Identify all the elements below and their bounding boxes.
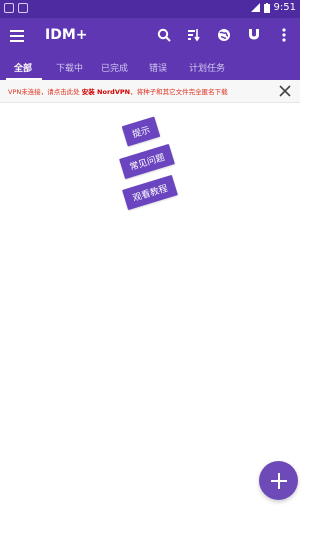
search-icon[interactable] <box>154 25 174 45</box>
vpn-banner-link[interactable]: 安装 NordVPN <box>82 88 130 96</box>
tutorial-sticker[interactable]: 观看教程 <box>122 174 178 211</box>
vpn-banner[interactable]: VPN未连接，请点击此处 安装 NordVPN，将种子和其它文件完全匿名下载 <box>0 80 300 103</box>
status-time: 9:51 <box>273 2 296 13</box>
faq-sticker[interactable]: 常见问题 <box>119 143 175 180</box>
status-notification-icon-2 <box>18 3 28 13</box>
menu-icon[interactable] <box>10 27 24 45</box>
signal-icon <box>250 3 260 12</box>
close-icon[interactable] <box>278 84 292 98</box>
tab-completed[interactable]: 已完成 <box>101 61 128 74</box>
tab-all[interactable]: 全部 <box>14 61 32 74</box>
status-notification-icon <box>4 3 14 13</box>
app-bar: IDM+ <box>0 18 300 54</box>
vpn-banner-suffix: ，将种子和其它文件完全匿名下载 <box>130 88 228 96</box>
add-download-button[interactable] <box>259 461 298 500</box>
vpn-banner-prefix: VPN未连接，请点击此处 <box>8 88 82 96</box>
tab-downloading[interactable]: 下载中 <box>56 61 83 74</box>
globe-icon[interactable] <box>214 25 234 45</box>
more-vert-icon[interactable] <box>274 25 294 45</box>
plus-icon <box>270 472 287 489</box>
status-bar: 9:51 <box>0 0 300 18</box>
tip-sticker[interactable]: 提示 <box>121 116 161 147</box>
sort-icon[interactable] <box>184 25 204 45</box>
tab-scheduled[interactable]: 计划任务 <box>189 61 225 74</box>
app-title: IDM+ <box>45 27 88 43</box>
tab-bar: 全部 下载中 已完成 错误 计划任务 <box>0 54 300 80</box>
battery-icon <box>263 2 270 13</box>
magnet-icon[interactable] <box>244 25 264 45</box>
vpn-banner-text[interactable]: VPN未连接，请点击此处 安装 NordVPN，将种子和其它文件完全匿名下载 <box>8 86 228 96</box>
tab-errors[interactable]: 错误 <box>149 61 167 74</box>
